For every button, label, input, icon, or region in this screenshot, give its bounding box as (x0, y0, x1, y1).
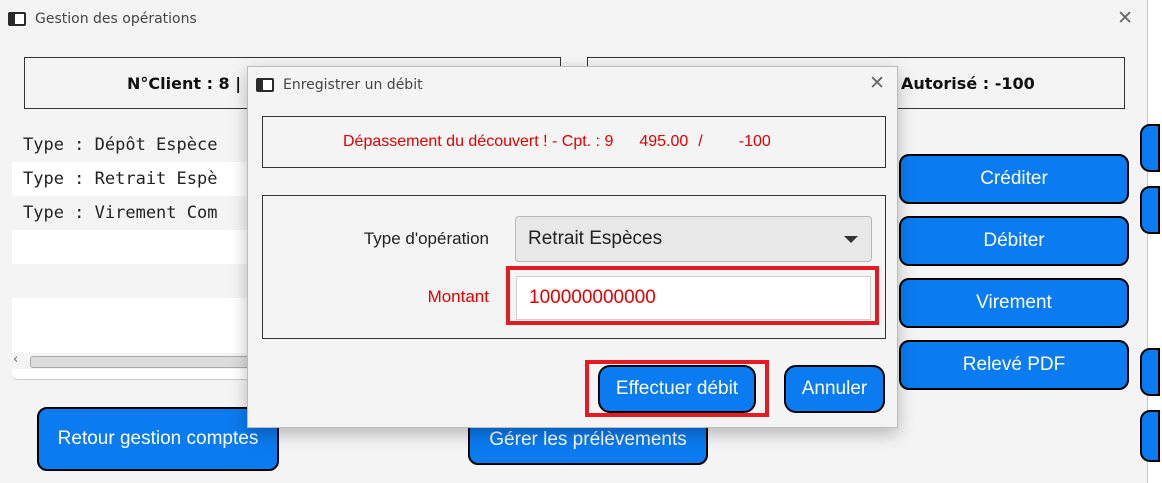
releve-pdf-button[interactable]: Relevé PDF (899, 340, 1129, 390)
side-button-partial[interactable] (1140, 186, 1160, 234)
effectuer-debit-button[interactable]: Effectuer débit (598, 365, 756, 413)
main-titlebar: Gestion des opérations ✕ (0, 0, 1147, 38)
client-info-text: N°Client : 8 | N (127, 73, 261, 93)
retour-gestion-comptes-button[interactable]: Retour gestion comptes (37, 407, 279, 471)
type-operation-value: Retrait Espèces (528, 228, 663, 249)
montant-label: Montant (427, 287, 489, 306)
warning-limit: -100 (738, 133, 771, 150)
side-button-partial[interactable] (1140, 410, 1160, 462)
main-window-title: Gestion des opérations (35, 11, 197, 27)
crediter-button[interactable]: Créditer (899, 154, 1129, 204)
warning-text: Dépassement du découvert ! - Cpt. : 9 (343, 133, 614, 150)
scrollbar-thumb[interactable] (30, 356, 252, 368)
annuler-button[interactable]: Annuler (784, 365, 885, 413)
close-icon[interactable]: ✕ (1117, 8, 1133, 28)
list-item[interactable]: Type : Dépôt Espèce (12, 128, 252, 162)
debit-dialog: Enregistrer un débit ✕ Dépassement du dé… (247, 66, 898, 428)
operations-list[interactable]: Type : Dépôt Espèce Type : Retrait Espè … (12, 128, 252, 380)
list-item[interactable]: Type : Virement Com (12, 196, 252, 230)
warning-amount: 495.00 (639, 133, 689, 150)
dialog-titlebar: Enregistrer un débit ✕ (248, 67, 897, 103)
type-operation-select[interactable]: Retrait Espèces (515, 216, 872, 262)
overdraft-warning: Dépassement du découvert ! - Cpt. : 9 49… (262, 116, 886, 168)
type-operation-label: Type d'opération (363, 229, 489, 248)
list-item[interactable]: Type : Retrait Espè (12, 162, 252, 196)
horizontal-scrollbar[interactable]: ‹ (12, 352, 252, 369)
warning-separator: / (698, 133, 703, 150)
chevron-down-icon (844, 236, 858, 243)
list-item-empty (12, 264, 252, 298)
debiter-button[interactable]: Débiter (899, 216, 1129, 266)
side-button-partial[interactable] (1140, 124, 1160, 172)
debit-form: Type d'opération Retrait Espèces Montant (262, 195, 886, 339)
account-info-text: Autorisé : -100 (901, 73, 1035, 93)
montant-input[interactable] (516, 276, 871, 320)
dialog-title: Enregistrer un débit (283, 77, 423, 93)
virement-button[interactable]: Virement (899, 278, 1129, 328)
window-icon (256, 78, 274, 92)
side-button-partial[interactable] (1140, 348, 1160, 396)
list-item-empty (12, 230, 252, 264)
close-icon[interactable]: ✕ (869, 73, 885, 93)
chevron-left-icon[interactable]: ‹ (13, 352, 18, 367)
list-item-empty (12, 298, 252, 332)
window-icon (8, 12, 26, 26)
